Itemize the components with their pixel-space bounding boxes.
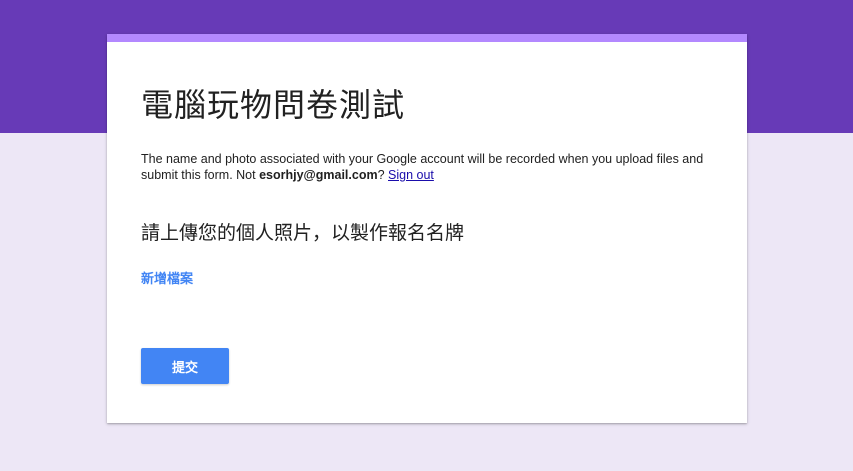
form-card: 電腦玩物問卷測試 The name and photo associated w…: [107, 34, 747, 423]
notice-text-end: ?: [377, 168, 389, 182]
sign-out-link[interactable]: Sign out: [388, 168, 434, 182]
account-email: esorhjy@gmail.com: [259, 168, 378, 182]
submit-button[interactable]: 提交: [141, 348, 229, 384]
add-file-button[interactable]: 新增檔案: [141, 268, 193, 287]
form-title: 電腦玩物問卷測試: [141, 86, 406, 124]
question-title: 請上傳您的個人照片，以製作報名名牌: [141, 222, 465, 244]
account-notice: The name and photo associated with your …: [141, 151, 731, 183]
